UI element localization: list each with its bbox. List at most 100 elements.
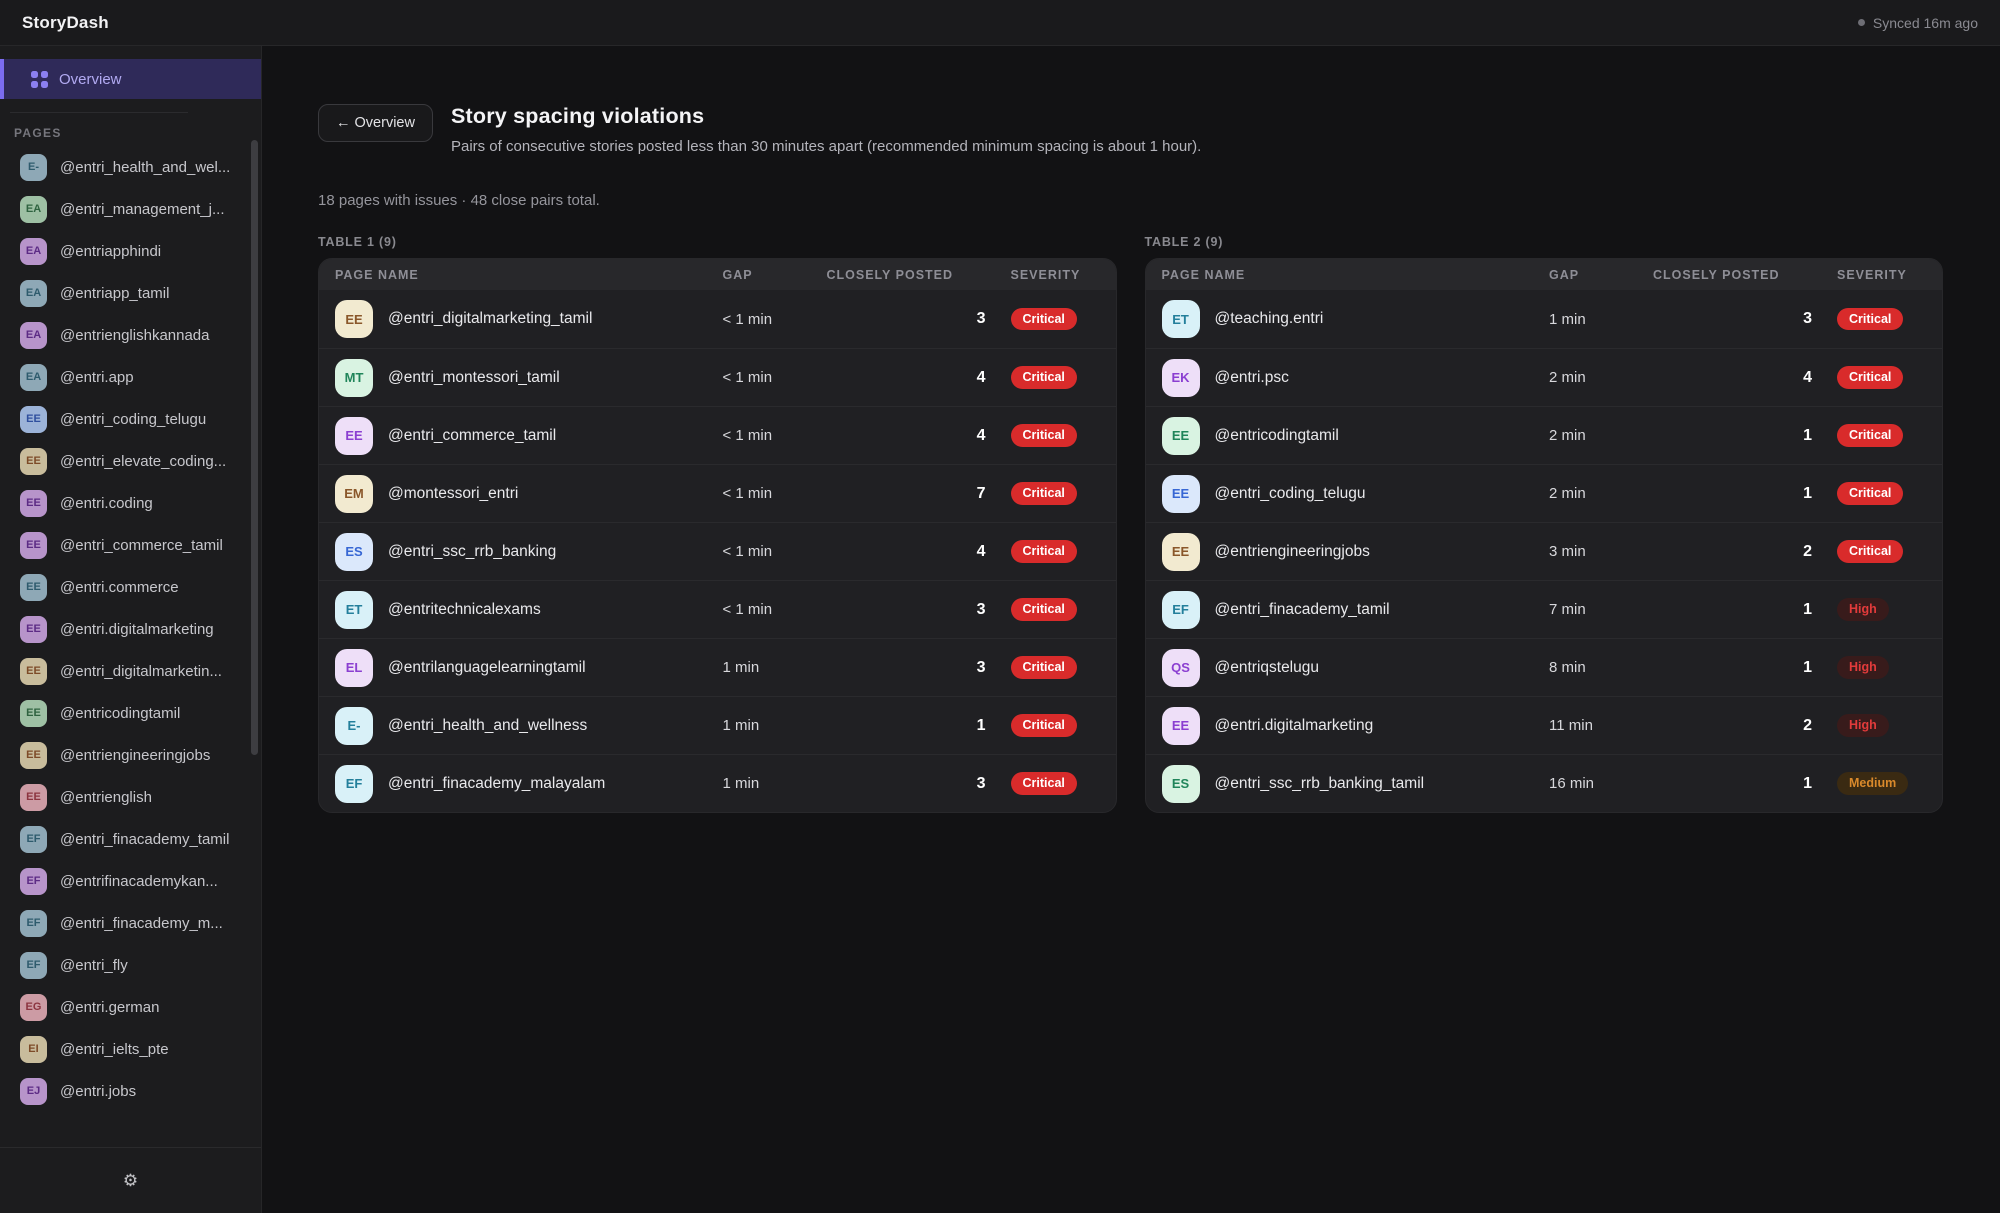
sidebar-page-item[interactable]: EE @entri_commerce_tamil bbox=[0, 524, 261, 566]
column-header: SEVERITY bbox=[1011, 268, 1100, 282]
sync-status-text: Synced 16m ago bbox=[1873, 15, 1978, 31]
sidebar-page-item[interactable]: EE @entricodingtamil bbox=[0, 692, 261, 734]
table-row: EE @entri_digitalmarketing_tamil < 1 min… bbox=[319, 290, 1116, 348]
sidebar-page-item[interactable]: EF @entri_fly bbox=[0, 944, 261, 986]
page-handle-label: @entrienglish bbox=[60, 789, 152, 806]
closely-posted-count-cell: 4 bbox=[827, 369, 1011, 387]
page-avatar: EE bbox=[20, 616, 47, 643]
closely-posted-count-cell: 4 bbox=[827, 543, 1011, 561]
page-avatar: QS bbox=[1162, 649, 1200, 687]
gap-cell: < 1 min bbox=[723, 485, 827, 502]
page-avatar: EE bbox=[1162, 475, 1200, 513]
table-row: ET @entritechnicalexams < 1 min 3 Critic… bbox=[319, 580, 1116, 638]
page-name-cell: @entritechnicalexams bbox=[388, 601, 541, 619]
sidebar-item-overview[interactable]: Overview bbox=[0, 59, 261, 99]
sidebar-page-item[interactable]: EA @entriapp_tamil bbox=[0, 272, 261, 314]
severity-badge: Critical bbox=[1011, 366, 1077, 389]
column-header: CLOSELY POSTED bbox=[827, 268, 1011, 282]
page-avatar: EA bbox=[20, 196, 47, 223]
page-avatar: EA bbox=[20, 238, 47, 265]
page-name-cell: @teaching.entri bbox=[1215, 310, 1324, 328]
page-handle-label: @entri.digitalmarketing bbox=[60, 621, 214, 638]
gap-cell: < 1 min bbox=[723, 543, 827, 560]
table-row: EE @entriengineeringjobs 3 min 2 Critica… bbox=[1146, 522, 1943, 580]
page-handle-label: @entricodingtamil bbox=[60, 705, 180, 722]
column-header: CLOSELY POSTED bbox=[1653, 268, 1837, 282]
sidebar-page-item[interactable]: EA @entri_management_j... bbox=[0, 188, 261, 230]
sidebar-page-item[interactable]: EE @entrienglish bbox=[0, 776, 261, 818]
closely-posted-count-cell: 7 bbox=[827, 485, 1011, 503]
sidebar-page-item[interactable]: EA @entrienglishkannada bbox=[0, 314, 261, 356]
sync-dot-icon bbox=[1858, 19, 1865, 26]
table-row: ES @entri_ssc_rrb_banking < 1 min 4 Crit… bbox=[319, 522, 1116, 580]
sidebar-page-item[interactable]: E- @entri_health_and_wel... bbox=[0, 146, 261, 188]
sidebar-page-item[interactable]: EE @entri_digitalmarketin... bbox=[0, 650, 261, 692]
column-header: GAP bbox=[1549, 268, 1653, 282]
page-avatar: EE bbox=[20, 406, 47, 433]
severity-badge: Critical bbox=[1011, 424, 1077, 447]
page-name-cell: @montessori_entri bbox=[388, 485, 518, 503]
sidebar-page-item[interactable]: EF @entrifinacademykan... bbox=[0, 860, 261, 902]
page-handle-label: @entriengineeringjobs bbox=[60, 747, 210, 764]
sidebar-footer: ⚙ bbox=[0, 1147, 261, 1213]
page-avatar: EA bbox=[20, 280, 47, 307]
page-avatar: EE bbox=[20, 448, 47, 475]
back-to-overview-button[interactable]: ← Overview bbox=[318, 104, 433, 142]
sidebar-page-item[interactable]: EF @entri_finacademy_tamil bbox=[0, 818, 261, 860]
table-row: MT @entri_montessori_tamil < 1 min 4 Cri… bbox=[319, 348, 1116, 406]
sidebar-page-item[interactable]: EA @entriapphindi bbox=[0, 230, 261, 272]
page-name-cell: @entricodingtamil bbox=[1215, 427, 1339, 445]
sidebar-page-item[interactable]: EE @entri.coding bbox=[0, 482, 261, 524]
gap-cell: 2 min bbox=[1549, 369, 1653, 386]
table-row: EM @montessori_entri < 1 min 7 Critical bbox=[319, 464, 1116, 522]
gap-cell: < 1 min bbox=[723, 369, 827, 386]
sidebar-page-item[interactable]: EE @entri_elevate_coding... bbox=[0, 440, 261, 482]
page-name-cell: @entri_commerce_tamil bbox=[388, 427, 556, 445]
table-2-section: TABLE 2 (9) PAGE NAMEGAPCLOSELY POSTEDSE… bbox=[1145, 235, 1944, 813]
sidebar-page-item[interactable]: EF @entri_finacademy_m... bbox=[0, 902, 261, 944]
page-name-cell: @entrilanguagelearningtamil bbox=[388, 659, 586, 677]
closely-posted-count-cell: 3 bbox=[827, 601, 1011, 619]
page-name-cell: @entri_health_and_wellness bbox=[388, 717, 587, 735]
table-row: EE @entri.digitalmarketing 11 min 2 High bbox=[1146, 696, 1943, 754]
page-name-cell: @entri_ssc_rrb_banking bbox=[388, 543, 556, 561]
closely-posted-count-cell: 1 bbox=[1653, 659, 1837, 677]
page-handle-label: @entri_fly bbox=[60, 957, 128, 974]
sidebar-page-item[interactable]: EJ @entri.jobs bbox=[0, 1070, 261, 1112]
page-handle-label: @entri.commerce bbox=[60, 579, 179, 596]
sidebar-page-item[interactable]: EA @entri.app bbox=[0, 356, 261, 398]
severity-badge: Critical bbox=[1011, 656, 1077, 679]
closely-posted-count-cell: 1 bbox=[1653, 427, 1837, 445]
closely-posted-count-cell: 3 bbox=[827, 659, 1011, 677]
sidebar-page-item[interactable]: EE @entri_coding_telugu bbox=[0, 398, 261, 440]
page-name-cell: @entri_finacademy_malayalam bbox=[388, 775, 605, 793]
page-avatar: MT bbox=[335, 359, 373, 397]
sidebar-page-item[interactable]: EE @entriengineeringjobs bbox=[0, 734, 261, 776]
settings-gear-icon[interactable]: ⚙ bbox=[123, 1172, 138, 1189]
gap-cell: < 1 min bbox=[723, 311, 827, 328]
table-row: EK @entri.psc 2 min 4 Critical bbox=[1146, 348, 1943, 406]
page-name-cell: @entri_digitalmarketing_tamil bbox=[388, 310, 592, 328]
page-handle-label: @entri.german bbox=[60, 999, 159, 1016]
table-body: ET @teaching.entri 1 min 3 Critical EK @… bbox=[1146, 290, 1943, 812]
page-avatar: E- bbox=[20, 154, 47, 181]
page-name-cell: @entri_coding_telugu bbox=[1215, 485, 1366, 503]
page-handle-label: @entrifinacademykan... bbox=[60, 873, 218, 890]
sidebar-scrollbar-thumb[interactable] bbox=[251, 140, 258, 755]
sidebar-page-item[interactable]: EE @entri.digitalmarketing bbox=[0, 608, 261, 650]
table-header-row: PAGE NAMEGAPCLOSELY POSTEDSEVERITY bbox=[1146, 259, 1943, 290]
sidebar-pages-list: E- @entri_health_and_wel... EA @entri_ma… bbox=[0, 142, 261, 1147]
page-avatar: EE bbox=[20, 742, 47, 769]
page-handle-label: @entrienglishkannada bbox=[60, 327, 210, 344]
sidebar-page-item[interactable]: EG @entri.german bbox=[0, 986, 261, 1028]
page-handle-label: @entri_health_and_wel... bbox=[60, 159, 230, 176]
column-header: GAP bbox=[723, 268, 827, 282]
page-avatar: ET bbox=[335, 591, 373, 629]
page-avatar: EJ bbox=[20, 1078, 47, 1105]
closely-posted-count-cell: 1 bbox=[1653, 601, 1837, 619]
sidebar-page-item[interactable]: EI @entri_ielts_pte bbox=[0, 1028, 261, 1070]
closely-posted-count-cell: 3 bbox=[1653, 310, 1837, 328]
sidebar-page-item[interactable]: EE @entri.commerce bbox=[0, 566, 261, 608]
page-handle-label: @entri_coding_telugu bbox=[60, 411, 206, 428]
gap-cell: 16 min bbox=[1549, 775, 1653, 792]
